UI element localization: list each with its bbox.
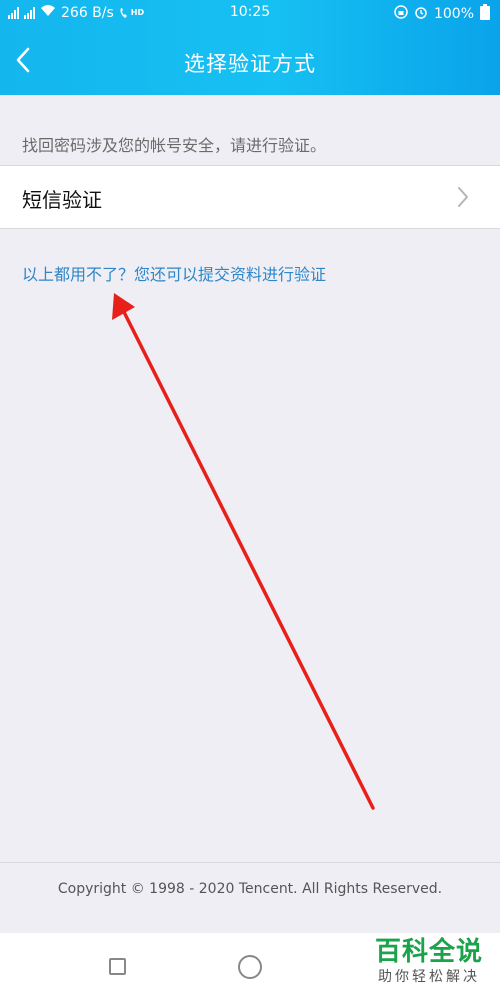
home-icon[interactable] [238, 955, 262, 979]
security-hint: 找回密码涉及您的帐号安全，请进行验证。 [22, 136, 327, 155]
watermark-title: 百科全说 [374, 937, 483, 967]
status-bar: 266 B/s HD 10:25 100% [0, 0, 500, 26]
lock-rotation-icon [394, 5, 408, 23]
top-bar: 266 B/s HD 10:25 100% 选择验证方式 [0, 0, 500, 95]
submit-info-link[interactable]: 以上都用不了？您还可以提交资料进行验证 [22, 261, 326, 285]
watermark: 百科全说 助你轻松解决 [370, 937, 488, 987]
recent-apps-icon[interactable] [109, 958, 126, 975]
battery-icon [480, 4, 490, 24]
page: 266 B/s HD 10:25 100% 选择验证方式 找回密码涉及您的帐号安… [0, 0, 500, 1000]
watermark-subtitle: 助你轻松解决 [378, 969, 480, 985]
status-right: 100% [394, 4, 490, 24]
chevron-right-icon [458, 187, 468, 207]
page-title: 选择验证方式 [184, 52, 316, 76]
footer-divider [0, 862, 500, 863]
sms-verification-option[interactable]: 短信验证 [0, 165, 500, 229]
copyright-text: Copyright © 1998 - 2020 Tencent. All Rig… [57, 881, 443, 897]
header: 选择验证方式 [0, 26, 500, 95]
option-label: 短信验证 [22, 188, 102, 212]
alarm-icon [414, 5, 428, 23]
battery-level: 100% [433, 6, 474, 22]
